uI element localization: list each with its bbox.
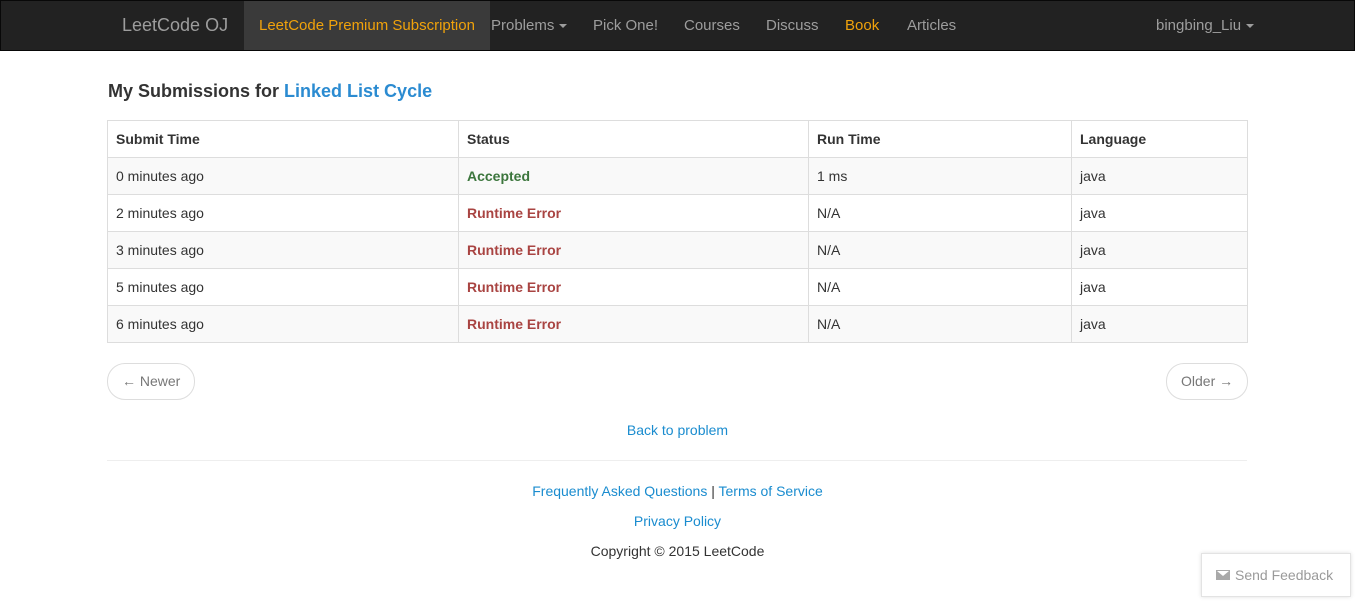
footer-links-row: Frequently Asked Questions | Terms of Se… (0, 482, 1355, 500)
nav-discuss[interactable]: Discuss (766, 1, 819, 50)
cell-run-time: N/A (808, 305, 1072, 343)
cell-status: Runtime Error (458, 194, 809, 232)
cell-run-time: N/A (808, 231, 1072, 269)
older-button[interactable]: Older → (1166, 363, 1249, 400)
footer-privacy-row: Privacy Policy (0, 512, 1355, 530)
cell-language: java (1071, 268, 1248, 306)
cell-language: java (1071, 157, 1248, 195)
user-menu-dropdown[interactable]: bingbing_Liu (1156, 1, 1255, 50)
cell-submit-time: 3 minutes ago (107, 231, 459, 269)
cell-submit-time: 5 minutes ago (107, 268, 459, 306)
column-header-language: Language (1071, 120, 1248, 158)
page-title: My Submissions for Linked List Cycle (108, 80, 432, 102)
cell-status: Accepted (458, 157, 809, 195)
top-navbar: LeetCode OJ LeetCode Premium Subscriptio… (0, 0, 1355, 51)
privacy-policy-link[interactable]: Privacy Policy (634, 513, 721, 529)
send-feedback-label: Send Feedback (1235, 567, 1334, 583)
cell-run-time: N/A (808, 194, 1072, 232)
cell-status: Runtime Error (458, 305, 809, 343)
table-row: 5 minutes ago Runtime Error N/A java (107, 268, 1248, 306)
faq-link[interactable]: Frequently Asked Questions (532, 483, 707, 499)
cell-submit-time: 0 minutes ago (107, 157, 459, 195)
envelope-icon (1216, 570, 1230, 580)
status-link[interactable]: Runtime Error (467, 205, 561, 221)
nav-premium-subscription[interactable]: LeetCode Premium Subscription (244, 1, 490, 50)
column-header-run-time: Run Time (808, 120, 1072, 158)
cell-submit-time: 6 minutes ago (107, 305, 459, 343)
cell-submit-time: 2 minutes ago (107, 194, 459, 232)
table-row: 0 minutes ago Accepted 1 ms java (107, 157, 1248, 195)
nav-book[interactable]: Book (845, 1, 879, 50)
cell-language: java (1071, 305, 1248, 343)
nav-articles[interactable]: Articles (907, 1, 956, 50)
table-row: 2 minutes ago Runtime Error N/A java (107, 194, 1248, 232)
cell-status: Runtime Error (458, 231, 809, 269)
copyright-text: Copyright © 2015 LeetCode (590, 543, 765, 559)
table-row: 6 minutes ago Runtime Error N/A java (107, 305, 1248, 343)
status-link[interactable]: Runtime Error (467, 242, 561, 258)
send-feedback-button[interactable]: Send Feedback (1201, 553, 1351, 597)
column-header-submit-time: Submit Time (107, 120, 459, 158)
footer-separator: | (711, 483, 715, 499)
submissions-table: Submit Time Status Run Time Language 0 m… (107, 120, 1248, 343)
table-row: 3 minutes ago Runtime Error N/A java (107, 231, 1248, 269)
back-to-problem-link[interactable]: Back to problem (627, 422, 728, 438)
column-header-status: Status (458, 120, 809, 158)
newer-button[interactable]: ← Newer (107, 363, 196, 400)
terms-of-service-link[interactable]: Terms of Service (719, 483, 823, 499)
cell-run-time: 1 ms (808, 157, 1072, 195)
status-link[interactable]: Accepted (467, 168, 530, 184)
user-name: bingbing_Liu (1156, 17, 1242, 34)
status-link[interactable]: Runtime Error (467, 316, 561, 332)
chevron-down-icon (559, 24, 568, 29)
cell-status: Runtime Error (458, 268, 809, 306)
status-link[interactable]: Runtime Error (467, 279, 561, 295)
nav-problems-label: Problems (491, 17, 555, 34)
nav-pick-one[interactable]: Pick One! (593, 1, 658, 50)
footer-divider (107, 460, 1247, 461)
nav-problems-dropdown[interactable]: Problems (491, 1, 568, 50)
cell-language: java (1071, 194, 1248, 232)
table-header-row: Submit Time Status Run Time Language (107, 120, 1248, 158)
nav-courses[interactable]: Courses (684, 1, 740, 50)
chevron-down-icon (1246, 24, 1255, 29)
brand-logo-link[interactable]: LeetCode OJ (122, 1, 228, 50)
problem-title-link[interactable]: Linked List Cycle (284, 81, 432, 101)
cell-language: java (1071, 231, 1248, 269)
back-link-row: Back to problem (0, 421, 1355, 439)
page-title-prefix: My Submissions for (108, 81, 280, 101)
cell-run-time: N/A (808, 268, 1072, 306)
